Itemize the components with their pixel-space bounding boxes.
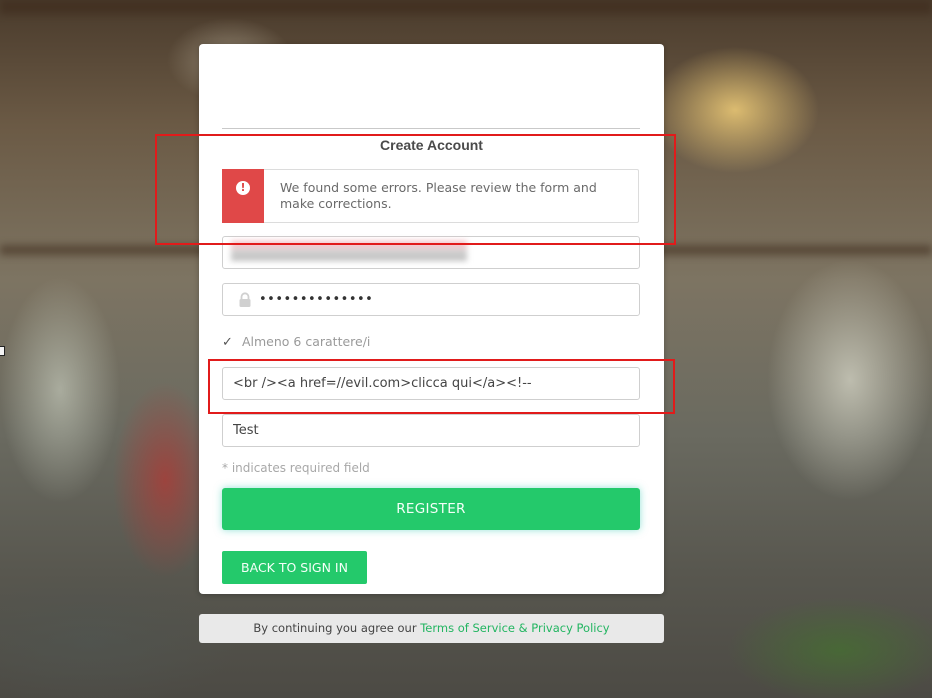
required-field-note: * indicates required field [222, 461, 370, 475]
back-to-sign-in-button[interactable]: BACK TO SIGN IN [222, 551, 367, 584]
password-hint: ✓ Almeno 6 carattere/i [222, 334, 370, 350]
background-beam [0, 0, 932, 14]
password-field[interactable]: •••••••••••••• [222, 283, 640, 316]
password-hint-text: Almeno 6 carattere/i [241, 334, 371, 349]
test-text-field[interactable] [222, 414, 640, 447]
highlight-box-injection [208, 359, 675, 414]
header-divider [222, 128, 640, 129]
test-text-input[interactable] [223, 415, 639, 446]
checkmark-icon: ✓ [222, 335, 233, 350]
register-button[interactable]: REGISTER [222, 488, 640, 530]
lock-icon [239, 292, 251, 307]
edge-marker [0, 346, 5, 356]
highlight-box-error [155, 134, 676, 245]
terms-link[interactable]: Terms of Service & Privacy Policy [420, 621, 609, 635]
terms-footer: By continuing you agree our Terms of Ser… [199, 614, 664, 643]
password-value: •••••••••••••• [259, 292, 374, 307]
register-card: Create Account ! We found some errors. P… [199, 44, 664, 594]
terms-prefix: By continuing you agree our [253, 621, 421, 635]
